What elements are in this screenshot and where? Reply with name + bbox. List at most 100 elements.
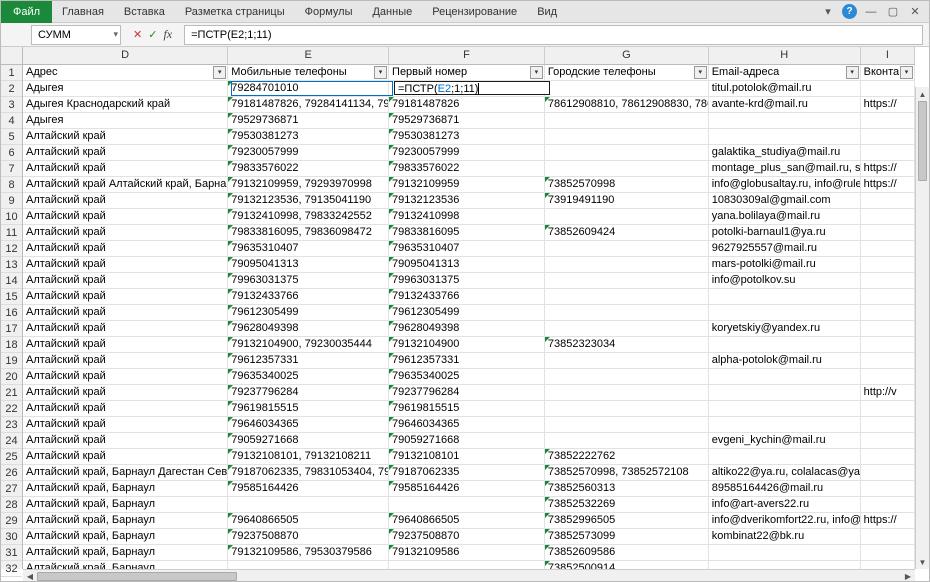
accept-formula-icon[interactable]: ✓	[148, 28, 157, 41]
cell-I25[interactable]	[861, 449, 915, 464]
row-header-17[interactable]: 17	[1, 321, 22, 337]
cell-D14[interactable]: Алтайский край	[23, 273, 228, 288]
cell-D24[interactable]: Алтайский край	[23, 433, 228, 448]
cell-G13[interactable]	[545, 257, 709, 272]
cell-I22[interactable]	[861, 401, 915, 416]
col-header-D[interactable]: D	[23, 47, 228, 64]
header-cell-I[interactable]: Вконта▾	[861, 65, 915, 80]
cell-E24[interactable]: 79059271668	[228, 433, 389, 448]
cell-H27[interactable]: 89585164426@mail.ru	[709, 481, 861, 496]
cell-D22[interactable]: Алтайский край	[23, 401, 228, 416]
cell-F8[interactable]: 79132109959	[389, 177, 545, 192]
filter-dropdown-icon[interactable]: ▾	[213, 66, 226, 79]
cell-I31[interactable]	[861, 545, 915, 560]
cell-I24[interactable]	[861, 433, 915, 448]
cell-I19[interactable]	[861, 353, 915, 368]
col-header-G[interactable]: G	[545, 47, 709, 64]
scroll-right-icon[interactable]: ▶	[901, 570, 915, 582]
cell-D9[interactable]: Алтайский край	[23, 193, 228, 208]
cell-E30[interactable]: 79237508870	[228, 529, 389, 544]
cell-E10[interactable]: 79132410998, 79833242552	[228, 209, 389, 224]
cell-D28[interactable]: Алтайский край, Барнаул	[23, 497, 228, 512]
menu-view[interactable]: Вид	[527, 3, 567, 21]
cell-F27[interactable]: 79585164426	[389, 481, 545, 496]
row-header-10[interactable]: 10	[1, 209, 22, 225]
cell-H20[interactable]	[709, 369, 861, 384]
cell-F4[interactable]: 79529736871	[389, 113, 545, 128]
row-header-27[interactable]: 27	[1, 481, 22, 497]
row-header-23[interactable]: 23	[1, 417, 22, 433]
cell-I26[interactable]	[861, 465, 915, 480]
cell-F30[interactable]: 79237508870	[389, 529, 545, 544]
cell-D4[interactable]: Адыгея	[23, 113, 228, 128]
cell-I20[interactable]	[861, 369, 915, 384]
cell-E9[interactable]: 79132123536, 79135041190	[228, 193, 389, 208]
cell-G24[interactable]	[545, 433, 709, 448]
cell-I32[interactable]	[861, 561, 915, 569]
cell-I6[interactable]	[861, 145, 915, 160]
cell-D15[interactable]: Алтайский край	[23, 289, 228, 304]
cell-D10[interactable]: Алтайский край	[23, 209, 228, 224]
cell-F18[interactable]: 79132104900	[389, 337, 545, 352]
menu-home[interactable]: Главная	[52, 3, 114, 21]
cell-H2[interactable]: titul.potolok@mail.ru	[709, 81, 861, 96]
scroll-up-icon[interactable]: ▲	[916, 87, 929, 101]
formula-input[interactable]: =ПСТР(E2;1;11)	[184, 25, 923, 45]
ribbon-minimize-icon[interactable]: ▾	[820, 4, 836, 20]
cell-D7[interactable]: Алтайский край	[23, 161, 228, 176]
row-header-18[interactable]: 18	[1, 337, 22, 353]
cell-H25[interactable]	[709, 449, 861, 464]
cell-D26[interactable]: Алтайский край, Барнаул Дагестан Севе	[23, 465, 228, 480]
cell-E12[interactable]: 79635310407	[228, 241, 389, 256]
cell-D16[interactable]: Алтайский край	[23, 305, 228, 320]
cell-E11[interactable]: 79833816095, 79836098472	[228, 225, 389, 240]
help-icon[interactable]: ?	[842, 4, 857, 19]
cell-G12[interactable]	[545, 241, 709, 256]
cell-D25[interactable]: Алтайский край	[23, 449, 228, 464]
cell-G16[interactable]	[545, 305, 709, 320]
cell-G6[interactable]	[545, 145, 709, 160]
cell-E13[interactable]: 79095041313	[228, 257, 389, 272]
cell-E32[interactable]	[228, 561, 389, 569]
cell-H18[interactable]	[709, 337, 861, 352]
cell-I3[interactable]: https://	[861, 97, 915, 112]
cell-E20[interactable]: 79635340025	[228, 369, 389, 384]
cell-E8[interactable]: 79132109959, 79293970998	[228, 177, 389, 192]
fx-icon[interactable]: fx	[163, 27, 172, 42]
cell-F17[interactable]: 79628049398	[389, 321, 545, 336]
cell-D30[interactable]: Алтайский край, Барнаул	[23, 529, 228, 544]
header-cell-F[interactable]: Первый номер▾	[389, 65, 545, 80]
cell-E14[interactable]: 79963031375	[228, 273, 389, 288]
scroll-left-icon[interactable]: ◀	[23, 570, 37, 582]
window-restore-icon[interactable]: ▢	[885, 4, 901, 20]
cell-H14[interactable]: info@potolkov.su	[709, 273, 861, 288]
row-header-7[interactable]: 7	[1, 161, 22, 177]
cell-H13[interactable]: mars-potolki@mail.ru	[709, 257, 861, 272]
cell-D11[interactable]: Алтайский край	[23, 225, 228, 240]
cell-G18[interactable]: 73852323034	[545, 337, 709, 352]
cell-F3[interactable]: 79181487826	[389, 97, 545, 112]
name-box[interactable]: СУММ ▾	[31, 25, 121, 45]
cell-I7[interactable]: https://	[861, 161, 915, 176]
row-header-24[interactable]: 24	[1, 433, 22, 449]
cell-I15[interactable]	[861, 289, 915, 304]
cell-H4[interactable]	[709, 113, 861, 128]
header-cell-G[interactable]: Городские телефоны▾	[545, 65, 709, 80]
cell-E18[interactable]: 79132104900, 79230035444	[228, 337, 389, 352]
cell-G32[interactable]: 73852500914	[545, 561, 709, 569]
cell-E27[interactable]: 79585164426	[228, 481, 389, 496]
row-header-9[interactable]: 9	[1, 193, 22, 209]
row-header-26[interactable]: 26	[1, 465, 22, 481]
cell-F5[interactable]: 79530381273	[389, 129, 545, 144]
row-header-14[interactable]: 14	[1, 273, 22, 289]
cell-F31[interactable]: 79132109586	[389, 545, 545, 560]
cell-H6[interactable]: galaktika_studiya@mail.ru	[709, 145, 861, 160]
row-header-28[interactable]: 28	[1, 497, 22, 513]
row-header-6[interactable]: 6	[1, 145, 22, 161]
menu-data[interactable]: Данные	[362, 3, 422, 21]
cell-F14[interactable]: 79963031375	[389, 273, 545, 288]
cell-D18[interactable]: Алтайский край	[23, 337, 228, 352]
cell-F9[interactable]: 79132123536	[389, 193, 545, 208]
cell-G3[interactable]: 78612908810, 78612908830, 7861	[545, 97, 709, 112]
cell-E25[interactable]: 79132108101, 79132108211	[228, 449, 389, 464]
